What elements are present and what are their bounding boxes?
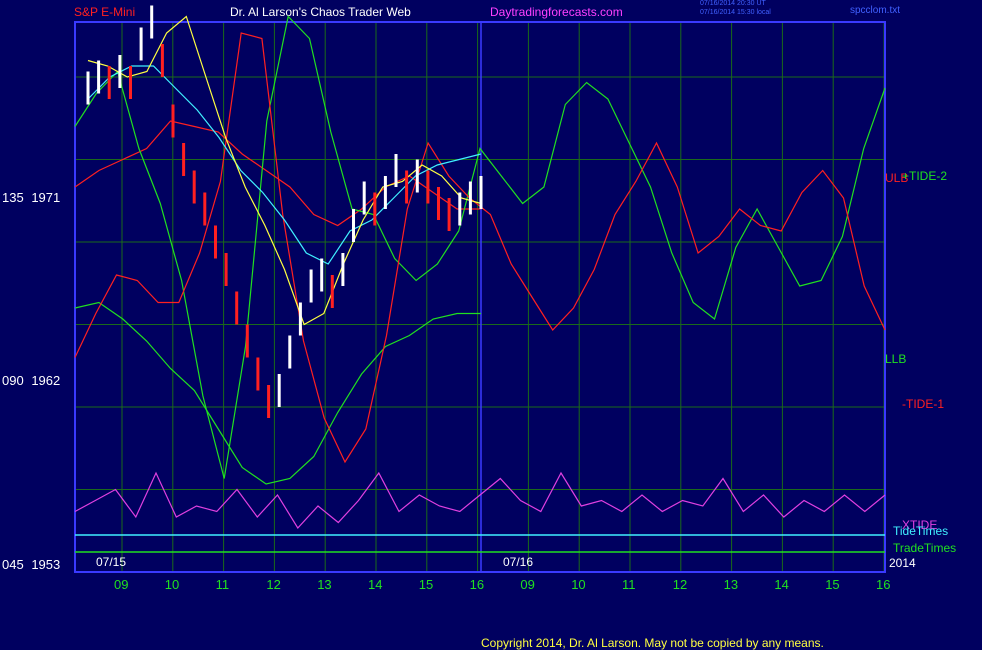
series-line--tide-2: [74, 15, 886, 479]
x-tick-label: 12: [266, 577, 281, 592]
y-label-1953: 045 1953: [2, 557, 60, 572]
x-tick-label: 13: [723, 577, 739, 592]
series-line-xtide: [74, 471, 886, 529]
x-tick-label: 14: [368, 577, 383, 592]
y-label-price: 1962: [31, 373, 61, 388]
label-tide1: -TIDE-1: [902, 397, 944, 411]
y-label-1971: 135 1971: [2, 190, 60, 205]
date-label-0716: 07/16: [503, 555, 534, 569]
series-layer: [74, 15, 886, 529]
series-line--tide-1: [74, 32, 886, 464]
x-tick-label: 13: [317, 577, 332, 592]
x-tick-label: 10: [571, 577, 586, 592]
y-label-angle: 135: [2, 190, 24, 205]
y-label-price: 1971: [31, 190, 61, 205]
x-tick-label: 09: [520, 577, 535, 592]
x-tick-label: 10: [164, 577, 180, 592]
y-label-angle: 090: [2, 373, 24, 388]
y-label-price: 1953: [31, 557, 61, 572]
x-tick-label: 16: [876, 577, 891, 592]
x-tick-label: 16: [469, 577, 485, 592]
x-tick-label: 14: [774, 577, 789, 592]
x-tick-label: 09: [114, 577, 129, 592]
y-label-1962: 090 1962: [2, 373, 60, 388]
copyright: Copyright 2014, Dr. Al Larson. May not b…: [481, 636, 824, 650]
y-label-angle: 045: [2, 557, 24, 572]
x-tick-label: 11: [215, 577, 230, 592]
x-tick-label: 12: [672, 577, 688, 592]
x-tick-label: 15: [825, 577, 840, 592]
label-llb: LLB: [885, 352, 907, 366]
date-label-0715: 07/15: [96, 555, 127, 569]
label-tradetimes: TradeTimes: [893, 541, 957, 555]
grid-lines: [75, 22, 885, 573]
label-tide2: +TIDE-2: [902, 169, 948, 183]
x-tick-label: 15: [418, 577, 434, 592]
x-tick-label: 11: [622, 577, 636, 592]
price-bars: [86, 5, 483, 418]
year-label: 2014: [889, 556, 916, 570]
label-tidetimes: TideTimes: [893, 524, 949, 538]
timing-lines: [75, 534, 885, 553]
chaos-chart: [74, 5, 886, 573]
